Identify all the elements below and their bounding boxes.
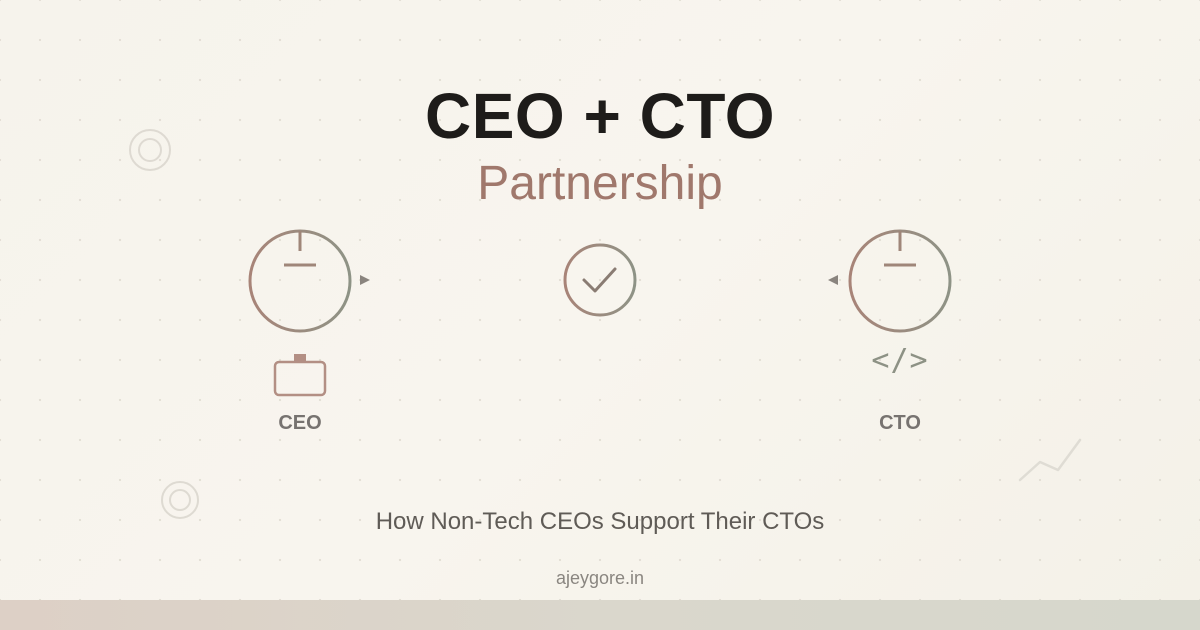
page-subtitle: Partnership: [477, 157, 723, 210]
cto-power-circle-icon: [848, 229, 952, 333]
tagline: How Non-Tech CEOs Support Their CTOs: [375, 508, 825, 535]
bottom-bar: [0, 600, 1200, 630]
briefcase-icon: [273, 354, 327, 397]
ceo-power-circle-icon: [248, 229, 352, 333]
cto-label: CTO: [879, 412, 921, 434]
site-url: ajeygore.in: [555, 568, 645, 588]
ceo-label: CEO: [278, 412, 322, 434]
code-icon: </>: [871, 343, 929, 378]
checkmark-icon: [563, 243, 637, 317]
trend-line-icon: [1018, 438, 1082, 482]
arrow-right-icon: [360, 275, 370, 285]
arrow-left-icon: [828, 275, 838, 285]
page-title: CEO + CTO: [424, 80, 776, 152]
